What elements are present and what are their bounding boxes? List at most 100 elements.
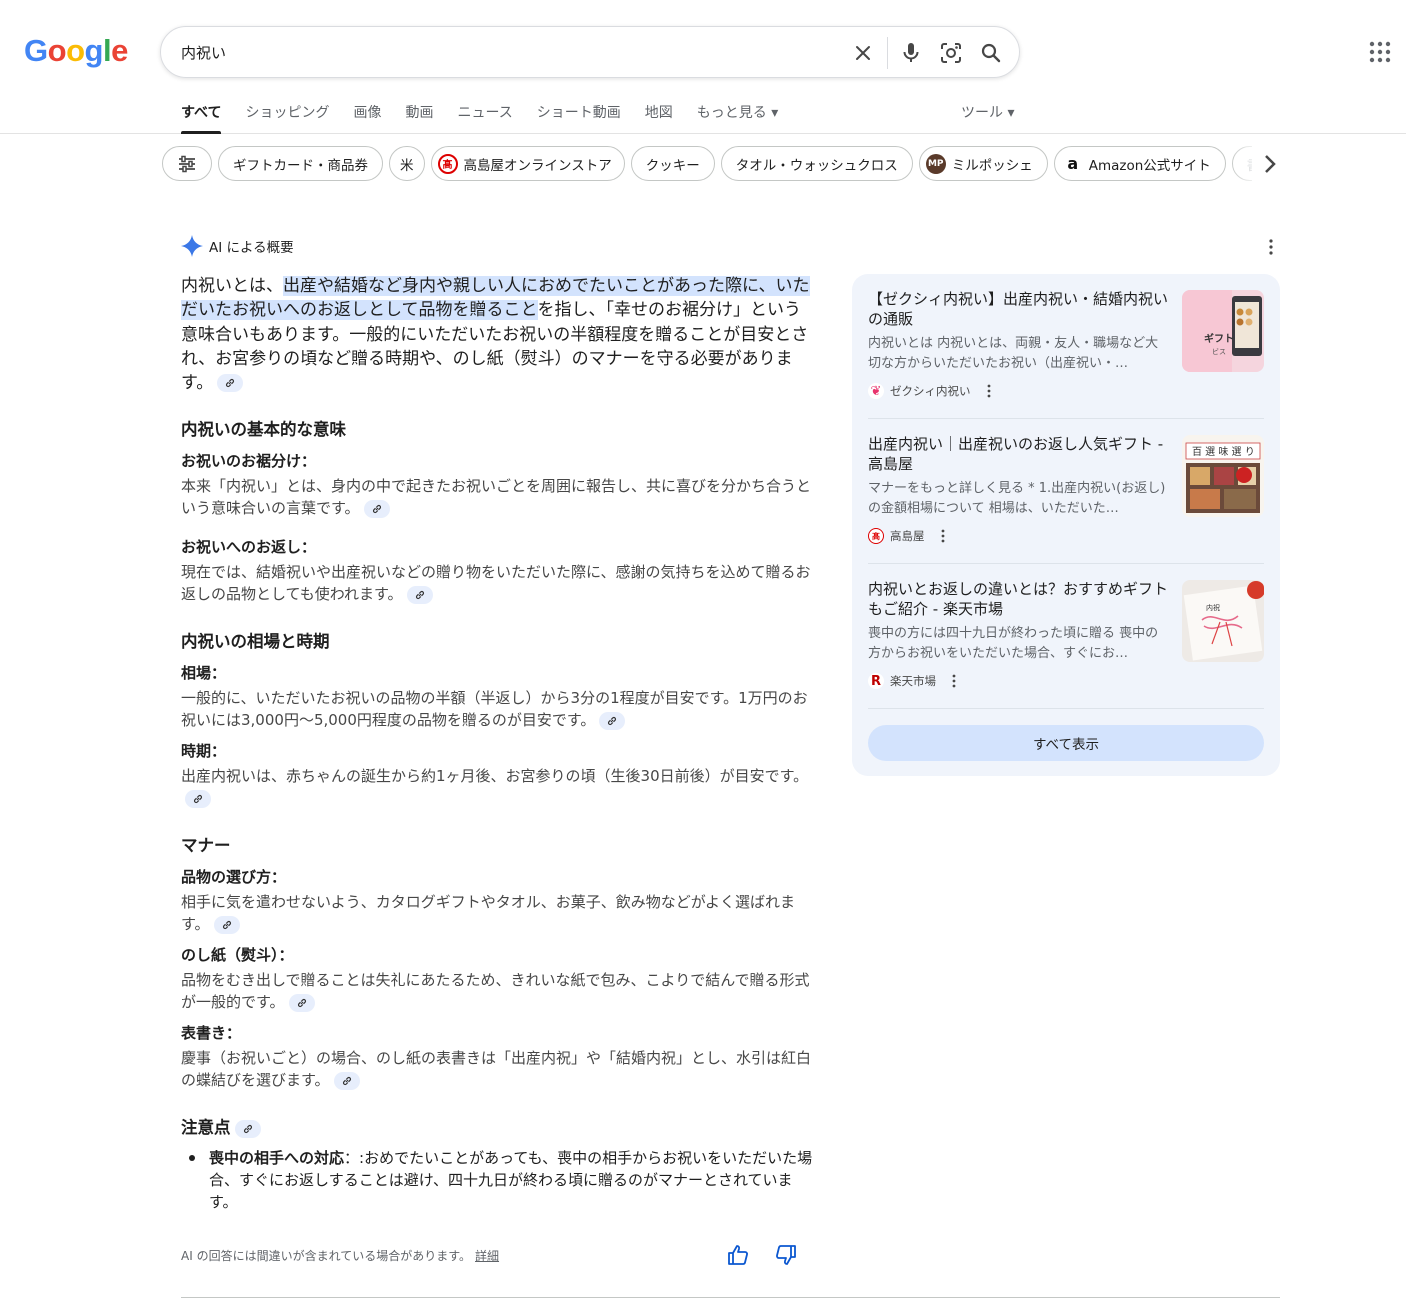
- more-options-icon[interactable]: [1262, 238, 1280, 256]
- thumbs-up-icon[interactable]: [727, 1244, 751, 1268]
- citation-link-icon[interactable]: [288, 993, 315, 1012]
- tab-images[interactable]: 画像: [353, 102, 381, 134]
- source-title[interactable]: 【ゼクシィ内祝い】出産内祝い・結婚内祝いの通販: [868, 289, 1168, 329]
- zexy-favicon-icon: ❦: [868, 383, 884, 399]
- search-divider: [887, 37, 888, 69]
- citation-link-icon[interactable]: [213, 915, 240, 934]
- citation-link-icon[interactable]: [234, 1119, 261, 1138]
- header: Google すべて ショッピング 画像 動画 ニュース ショート動画 地図 も…: [0, 0, 1406, 134]
- paragraph-selection: 相手に気を遣わせないよう、カタログギフトやタオル、お菓子、飲み物などがよく選ばれ…: [181, 893, 795, 934]
- search-tabs: すべて ショッピング 画像 動画 ニュース ショート動画 地図 もっと見る ▾: [181, 102, 802, 134]
- ai-overview-label: AI による概要: [209, 240, 294, 256]
- takashimaya-favicon-icon: 髙: [868, 528, 884, 544]
- amazon-logo-icon: a: [1062, 153, 1083, 174]
- citation-link-icon[interactable]: [363, 499, 390, 518]
- citation-link-icon[interactable]: [406, 585, 433, 604]
- subheading-osusowake: お祝いのお裾分け：: [181, 452, 317, 470]
- chip-gift-card[interactable]: ギフトカード・商品券: [218, 146, 383, 181]
- section-divider: [181, 1297, 1280, 1298]
- chip-rice[interactable]: 米: [389, 146, 425, 181]
- svg-text:ギフト: ギフト: [1204, 332, 1234, 345]
- tab-more[interactable]: もっと見る ▾: [697, 102, 778, 134]
- tab-shopping[interactable]: ショッピング: [245, 102, 329, 134]
- more-options-icon[interactable]: [937, 529, 949, 543]
- chip-takashimaya[interactable]: 髙 高島屋オンラインストア: [430, 146, 625, 181]
- paragraph-omotegaki: 慶事（お祝いごと）の場合、のし紙の表書きは「出産内祝」や「結婚内祝」とし、水引は…: [181, 1049, 812, 1090]
- apps-grid-icon[interactable]: [1368, 40, 1392, 64]
- source-snippet: マナーをもっと詳しく見る * 1.出産内祝い(お返し)の金額相場について 相場は…: [868, 481, 1166, 516]
- source-site: R 楽天市場: [868, 673, 960, 689]
- source-card-rakuten[interactable]: 内祝いとお返しの違いとは？おすすめギフトもご紹介 - 楽天市場 喪中の方には四十…: [868, 564, 1264, 694]
- ai-disclaimer: AI の回答には間違いが含まれている場合があります。 詳細: [181, 1249, 500, 1263]
- paragraph-noshi: 品物をむき出しで贈ることは失礼にあたるため、きれいな紙で包み、こよりで結んで贈る…: [181, 971, 810, 1012]
- details-link[interactable]: 詳細: [475, 1249, 499, 1263]
- search-icon[interactable]: [977, 39, 1005, 67]
- takashimaya-thumbnail-image: 百 選 味 選 り: [1182, 435, 1264, 517]
- list-item-mourning: 喪中の相手への対応：:おめでたいことがあっても、喪中の相手からお祝いをいただいた…: [189, 1149, 813, 1211]
- paragraph-osusowake: 本来「内祝い」とは、身内の中で起きたお祝いごとを周囲に報告し、共に喜びを分かち合…: [181, 477, 812, 518]
- citation-link-icon[interactable]: [599, 711, 626, 730]
- sources-panel: 【ゼクシィ内祝い】出産内祝い・結婚内祝いの通販 内祝いとは 内祝いとは、両親・友…: [852, 274, 1280, 776]
- section-heading-manners: マナー: [181, 836, 231, 855]
- more-options-icon[interactable]: [948, 674, 960, 688]
- milpochette-logo-icon: MP: [925, 153, 946, 174]
- chip-milpochette[interactable]: MP ミルポッシェ: [918, 146, 1048, 181]
- chip-cookie[interactable]: クッキー: [630, 146, 715, 181]
- source-site: 髙 高島屋: [868, 528, 949, 544]
- source-card-takashimaya[interactable]: 出産内祝い｜出産祝いのお返し人気ギフト - 高島屋 マナーをもっと詳しく見る *…: [868, 419, 1264, 549]
- show-all-button[interactable]: すべて表示: [868, 725, 1264, 761]
- source-site: ❦ ゼクシィ内祝い: [868, 383, 995, 399]
- svg-text:ビス: ビス: [1212, 347, 1226, 356]
- paragraph-souba: 一般的に、いただいたお祝いの品物の半額（半返し）から3分の1程度が目安です。1万…: [181, 689, 808, 730]
- lens-icon[interactable]: [937, 39, 965, 67]
- citation-link-icon[interactable]: [333, 1071, 360, 1090]
- source-snippet: 内祝いとは 内祝いとは、両親・友人・職場など大切な方からいただいたお祝い（出産祝…: [868, 336, 1159, 371]
- microphone-icon[interactable]: [897, 39, 925, 67]
- filter-settings-chip[interactable]: [162, 146, 212, 181]
- subheading-souba: 相場：: [181, 664, 227, 682]
- tab-maps[interactable]: 地図: [645, 102, 673, 134]
- citation-link-icon[interactable]: [217, 374, 244, 393]
- rakuten-favicon-icon: R: [868, 673, 884, 689]
- more-options-icon[interactable]: [983, 384, 995, 398]
- section-heading-meaning: 内祝いの基本的な意味: [181, 420, 346, 439]
- paragraph-okaeshi: 現在では、結婚祝いや出産祝いなどの贈り物をいただいた際に、感謝の気持ちを込めて贈…: [181, 563, 811, 604]
- filter-chips: ギフトカード・商品券 米 髙 高島屋オンラインストア クッキー タオル・ウォッシ…: [162, 146, 1252, 182]
- source-title[interactable]: 内祝いとお返しの違いとは？おすすめギフトもご紹介 - 楽天市場: [868, 579, 1168, 619]
- source-title[interactable]: 出産内祝い｜出産祝いのお返し人気ギフト - 高島屋: [868, 434, 1168, 474]
- card-divider: [868, 708, 1264, 709]
- ai-summary: 内祝いとは、出産や結婚など身内や親しい人におめでたいことがあった際に、いただいた…: [181, 276, 810, 394]
- subheading-okaeshi: お祝いへのお返し：: [181, 538, 317, 556]
- ai-overview-header: AI による概要: [181, 235, 294, 257]
- gemini-sparkle-icon: [181, 235, 203, 257]
- source-card-zexy[interactable]: 【ゼクシィ内祝い】出産内祝い・結婚内祝いの通販 内祝いとは 内祝いとは、両親・友…: [868, 274, 1264, 404]
- search-box: [160, 26, 1020, 78]
- svg-text:百 選 味 選 り: 百 選 味 選 り: [1192, 445, 1255, 458]
- section-heading-cautions: 注意点: [181, 1114, 813, 1138]
- rakuten-thumbnail-image: 内祝: [1182, 580, 1264, 662]
- subheading-selection: 品物の選び方：: [181, 868, 287, 886]
- clear-icon[interactable]: [849, 39, 877, 67]
- google-logo[interactable]: Google: [24, 33, 128, 69]
- source-snippet: 喪中の方には四十九日が終わった頃に贈る 喪中の方からお祝いをいただいた場合、すぐ…: [868, 626, 1159, 661]
- takashimaya-logo-icon: 髙: [437, 153, 458, 174]
- citation-link-icon[interactable]: [185, 789, 211, 808]
- subheading-jiki: 時期：: [181, 742, 227, 760]
- paragraph-jiki: 出産内祝いは、赤ちゃんの誕生から約1ヶ月後、お宮参りの頃（生後30日前後）が目安…: [181, 765, 813, 809]
- tab-short-videos[interactable]: ショート動画: [537, 102, 621, 134]
- search-input[interactable]: [181, 40, 821, 64]
- chevron-right-icon[interactable]: [1260, 151, 1284, 177]
- chip-amazon[interactable]: a Amazon公式サイト: [1053, 146, 1226, 181]
- tab-all[interactable]: すべて: [181, 102, 222, 134]
- subheading-noshi: のし紙（熨斗）：: [181, 946, 294, 964]
- section-heading-price-timing: 内祝いの相場と時期: [181, 632, 330, 651]
- tools-button[interactable]: ツール ▾: [961, 102, 1014, 122]
- svg-text:内祝: 内祝: [1206, 603, 1220, 612]
- chip-towel[interactable]: タオル・ウォッシュクロス: [720, 146, 913, 181]
- zexy-thumbnail-image: ギフト ビス: [1182, 290, 1264, 372]
- tab-videos[interactable]: 動画: [405, 102, 433, 134]
- tab-news[interactable]: ニュース: [457, 102, 512, 134]
- thumbs-down-icon[interactable]: [775, 1244, 799, 1268]
- subheading-omotegaki: 表書き：: [181, 1024, 242, 1042]
- sliders-icon: [179, 155, 195, 172]
